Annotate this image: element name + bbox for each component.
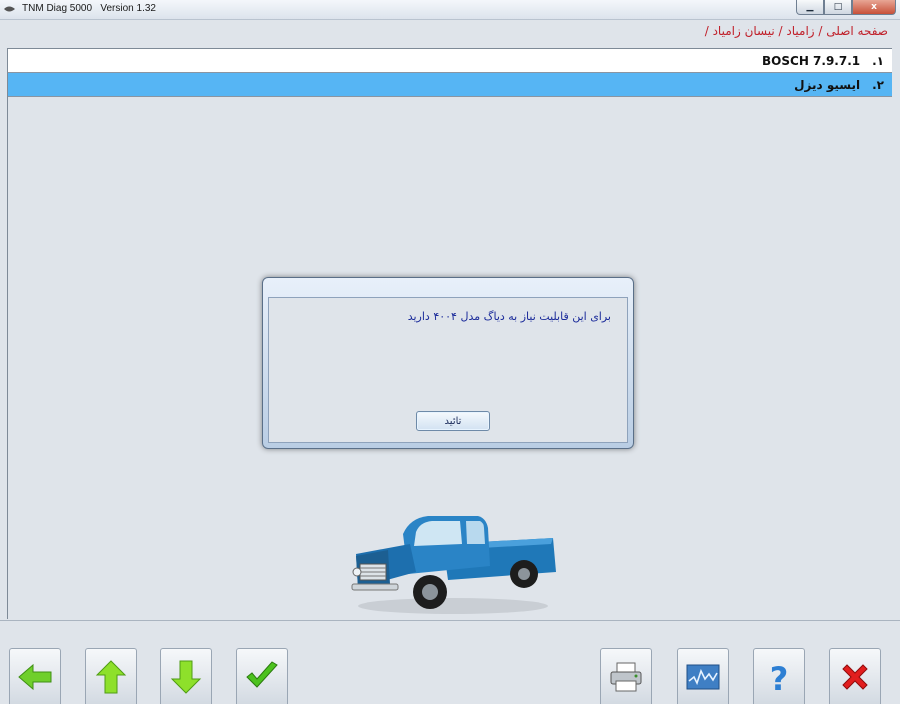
up-arrow-icon (95, 659, 127, 693)
list-item-bosch[interactable]: ۱. BOSCH 7.9.7.1 (8, 49, 892, 73)
down-arrow-icon (170, 660, 202, 694)
list-item-number: ۱. (872, 53, 884, 68)
help-button[interactable]: ? (753, 648, 805, 704)
list-item-diesel-ecu[interactable]: ۲. ایسیو دیزل (8, 73, 892, 97)
back-arrow-icon (18, 663, 52, 690)
printer-icon (610, 662, 642, 691)
close-icon (842, 663, 868, 690)
down-button[interactable] (160, 648, 212, 704)
window-titlebar: TNM Diag 5000 Version 1.32 ▁ □ x (0, 0, 900, 20)
message-dialog: برای این قابلیت نیاز به دیاگ مدل ۴۰۰۴ دا… (262, 277, 634, 449)
app-icon (4, 6, 15, 12)
svg-text:?: ? (770, 660, 789, 695)
list-item-label: BOSCH 7.9.7.1 (762, 53, 861, 68)
list-item-label: ایسیو دیزل (794, 77, 861, 92)
print-button[interactable] (600, 648, 652, 704)
pickup-truck-image (351, 516, 556, 614)
confirm-button[interactable] (236, 648, 288, 704)
ok-button[interactable]: تائید (416, 411, 490, 431)
dialog-message: برای این قابلیت نیاز به دیاگ مدل ۴۰۰۴ دا… (407, 310, 611, 323)
minimize-button[interactable]: ▁ (796, 0, 824, 15)
dialog-body: برای این قابلیت نیاز به دیاگ مدل ۴۰۰۴ دا… (268, 297, 628, 443)
toolbar-separator (0, 620, 900, 621)
exit-button[interactable] (829, 648, 881, 704)
list-item-number: ۲. (872, 77, 884, 92)
window-controls: ▁ □ x (796, 0, 896, 15)
close-window-button[interactable]: x (852, 0, 896, 15)
up-button[interactable] (85, 648, 137, 704)
graph-button[interactable] (677, 648, 729, 704)
breadcrumb: صفحه اصلی / زامیاد / نیسان زامیاد / (704, 24, 888, 38)
maximize-button[interactable]: □ (824, 0, 852, 15)
back-button[interactable] (9, 648, 61, 704)
help-icon: ? (770, 660, 789, 695)
checkmark-icon (246, 660, 278, 688)
window-title: TNM Diag 5000 Version 1.32 (22, 3, 156, 14)
graph-icon (686, 664, 720, 689)
